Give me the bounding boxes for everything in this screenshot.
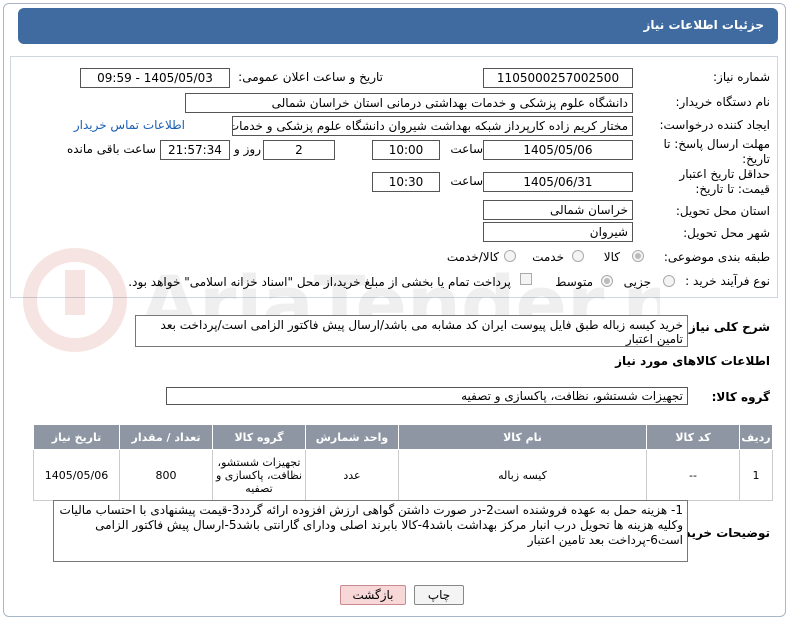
category-radio-goods[interactable] [632,250,644,262]
reply-time-field: 10:00 [372,140,440,160]
category-option-goods: کالا [603,250,620,264]
cell-qty: 800 [119,449,213,501]
table-row: 1 -- کیسه زباله عدد تجهیزات شستشو، نظافت… [33,449,773,501]
category-label: طبقه بندی موضوعی: [663,250,770,264]
description-label: شرح کلی نیاز: [684,320,770,334]
goods-group-label: گروه کالا: [711,390,770,404]
treasury-payment-checkbox[interactable] [520,273,532,285]
category-option-service: خدمت [532,250,564,264]
remaining-time-label: ساعت باقی مانده [66,142,156,156]
remaining-time-field: 21:57:34 [160,140,230,160]
category-radio-goods-service[interactable] [504,250,516,262]
back-button[interactable]: بازگشت [340,585,406,605]
cell-date: 1405/05/06 [33,449,120,501]
province-label: استان محل تحویل: [675,204,770,218]
page-header: جزئیات اطلاعات نیاز [18,8,778,44]
print-button[interactable]: چاپ [414,585,464,605]
validity-time-field: 10:30 [372,172,440,192]
cell-unit: عدد [305,449,399,501]
announce-field: 1405/05/03 - 09:59 [80,68,230,88]
col-group: گروه کالا [212,424,306,450]
cell-row: 1 [739,449,773,501]
creator-field: مختار کریم زاده کارپرداز شبکه بهداشت شیر… [232,116,633,136]
col-date: تاریخ نیاز [33,424,120,450]
cell-code: -- [646,449,740,501]
validity-time-label: ساعت [450,174,483,188]
description-textarea: خرید کیسه زباله طبق فایل پیوست ایران کد … [135,315,688,347]
need-number-field: 1105000257002500 [483,68,633,88]
process-option-minor: جزیی [623,275,651,289]
cell-group: تجهیزات شستشو، نظافت، پاکسازی و تصفیه [212,449,306,501]
process-label: نوع فرآیند خرید : [685,274,770,288]
creator-label: ایجاد کننده درخواست: [659,118,770,132]
goods-group-field: تجهیزات شستشو، نظافت، پاکسازی و تصفیه [166,387,688,405]
treasury-payment-note: پرداخت تمام یا بخشی از مبلغ خرید،از محل … [128,275,511,289]
price-validity-label: حداقل تاریخ اعتبار قیمت: تا تاریخ: [679,167,770,196]
goods-section-title: اطلاعات کالاهای مورد نیاز [615,354,770,368]
days-field: 2 [263,140,335,160]
buyer-notes-textarea: 1- هزینه حمل به عهده فروشنده است2-در صور… [53,500,688,562]
validity-date-field: 1405/06/31 [483,172,633,192]
city-field: شیروان [483,222,633,242]
col-code: کد کالا [646,424,740,450]
process-radio-minor[interactable] [663,275,675,287]
reply-deadline-label: مهلت ارسال پاسخ: تا تاریخ: [663,137,770,166]
col-qty: تعداد / مقدار [119,424,213,450]
buyer-org-label: نام دستگاه خریدار: [675,95,771,109]
cell-name: کیسه زباله [398,449,647,501]
col-name: نام کالا [398,424,647,450]
province-field: خراسان شمالی [483,200,633,220]
contact-info-link[interactable]: اطلاعات تماس خریدار [74,118,185,132]
buyer-org-field: دانشگاه علوم پزشکی و خدمات بهداشتی درمان… [185,93,633,113]
process-radio-medium[interactable] [601,275,613,287]
days-label: روز و [234,142,261,156]
reply-date-field: 1405/05/06 [483,140,633,160]
announce-label: تاریخ و ساعت اعلان عمومی: [238,70,383,84]
city-label: شهر محل تحویل: [683,226,770,240]
goods-table: ردیف کد کالا نام کالا واحد شمارش گروه کا… [33,424,773,501]
category-option-goods-service: کالا/خدمت [446,250,499,264]
category-radio-service[interactable] [572,250,584,262]
process-option-medium: متوسط [555,275,593,289]
need-number-label: شماره نیاز: [713,70,770,84]
col-row: ردیف [739,424,773,450]
reply-time-label: ساعت [450,142,483,156]
col-unit: واحد شمارش [305,424,399,450]
page-title: جزئیات اطلاعات نیاز [643,18,764,32]
